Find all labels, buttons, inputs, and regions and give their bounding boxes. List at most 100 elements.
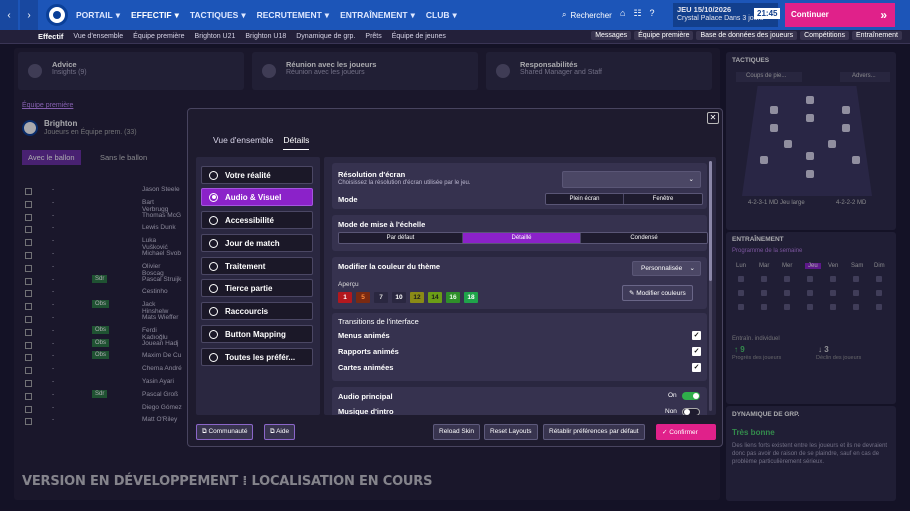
mode-label: Mode xyxy=(338,195,358,204)
tab-overview[interactable]: Vue d'ensemble xyxy=(213,135,273,150)
subnav-u21[interactable]: Brighton U21 xyxy=(195,33,236,40)
radio-icon xyxy=(209,238,218,248)
scaling-detailed[interactable]: Détaillé xyxy=(463,233,581,243)
subnav-overview[interactable]: Vue d'ensemble xyxy=(73,33,123,40)
shortcut-training[interactable]: Entraînement xyxy=(851,31,902,40)
menu-tactiques[interactable]: TACTIQUES ▾ xyxy=(190,10,246,21)
colour-chip: 12 xyxy=(410,292,424,303)
nav-traitement[interactable]: Traitement xyxy=(201,257,313,275)
radio-icon xyxy=(209,215,218,225)
theme-section: Modifier la couleur du thème Personnalis… xyxy=(332,257,707,309)
resolution-title: Résolution d'écran xyxy=(338,170,406,179)
time-display: 21:45 xyxy=(754,8,781,19)
mode-fullscreen[interactable]: Plein écran xyxy=(546,194,624,204)
shortcut-messages[interactable]: Messages xyxy=(591,31,632,40)
shortcut-first-team[interactable]: Équipe première xyxy=(634,31,694,40)
modify-colours-button[interactable]: ✎ Modifier couleurs xyxy=(622,285,693,301)
nav-tierce-partie[interactable]: Tierce partie xyxy=(201,279,313,297)
forward-icon[interactable]: › xyxy=(20,0,38,30)
mode-windowed[interactable]: Fenêtre xyxy=(624,194,702,204)
radio-selected-icon xyxy=(209,192,218,202)
mode-selector: Plein écran Fenêtre xyxy=(545,193,703,205)
double-chevron-icon: » xyxy=(880,8,887,22)
preferences-content: Résolution d'écran Choisissez la résolut… xyxy=(324,157,716,415)
users-icon[interactable]: ☷ xyxy=(633,8,641,19)
radio-icon xyxy=(209,329,218,339)
confirm-button[interactable]: ✓ Confirmer xyxy=(656,424,716,440)
audio-intro-toggle[interactable] xyxy=(682,408,700,415)
dialog-footer: ⧉ Communauté ⧉ Aide Reload Skin Reset La… xyxy=(188,420,722,446)
anim-reports-label: Rapports animés xyxy=(338,347,399,356)
close-icon[interactable]: ✕ xyxy=(707,112,719,124)
club-crest-icon[interactable] xyxy=(46,4,68,26)
content-scrollbar[interactable] xyxy=(709,161,712,411)
search-icon: ⌕ xyxy=(562,10,567,19)
continue-button[interactable]: Continuer» xyxy=(785,3,895,27)
reset-layouts-button[interactable]: Reset Layouts xyxy=(484,424,538,440)
community-button[interactable]: ⧉ Communauté xyxy=(196,424,254,440)
scaling-default[interactable]: Par défaut xyxy=(339,233,463,243)
anim-menus-checkbox[interactable]: ✓ xyxy=(692,331,701,340)
colour-chip: 16 xyxy=(446,292,460,303)
anim-cards-checkbox[interactable]: ✓ xyxy=(692,363,701,372)
audio-main-toggle[interactable] xyxy=(682,392,700,400)
menu-entrainement[interactable]: ENTRAÎNEMENT ▾ xyxy=(340,10,415,21)
radio-icon xyxy=(209,306,218,316)
help-button[interactable]: ⧉ Aide xyxy=(264,424,296,440)
main-menu: PORTAIL ▾ EFFECTIF ▾ TACTIQUES ▾ RECRUTEMEN… xyxy=(76,10,457,21)
subnav-effectif[interactable]: Effectif xyxy=(38,32,63,41)
colour-chip: 5 xyxy=(356,292,370,303)
scaling-condensed[interactable]: Condensé xyxy=(581,233,707,243)
menu-portail[interactable]: PORTAIL ▾ xyxy=(76,10,120,21)
nav-all-preferences[interactable]: Toutes les préfér... xyxy=(201,348,313,366)
menu-effectif[interactable]: EFFECTIF ▾ xyxy=(131,10,179,21)
top-bar: ‹ › PORTAIL ▾ EFFECTIF ▾ TACTIQUES ▾ RECRUT… xyxy=(0,0,910,30)
scaling-selector: Par défaut Détaillé Condensé xyxy=(338,232,708,244)
anim-cards-label: Cartes animées xyxy=(338,363,394,372)
radio-icon xyxy=(209,170,218,180)
restore-defaults-button[interactable]: Rétablir préférences par défaut xyxy=(543,424,645,440)
help-icon[interactable]: ? xyxy=(650,8,655,19)
colour-chip: 14 xyxy=(428,292,442,303)
audio-main-label: Audio principal xyxy=(338,392,393,401)
nav-jour-de-match[interactable]: Jour de match xyxy=(201,234,313,252)
audio-intro-state: Non xyxy=(665,408,677,415)
menu-club[interactable]: CLUB ▾ xyxy=(426,10,457,21)
nav-audio-visuel[interactable]: Audio & Visuel xyxy=(201,188,313,206)
colour-chip: 18 xyxy=(464,292,478,303)
back-icon[interactable]: ‹ xyxy=(0,0,18,30)
subnav-first-team[interactable]: Équipe première xyxy=(133,33,184,40)
nav-button-mapping[interactable]: Button Mapping xyxy=(201,325,313,343)
anim-reports-checkbox[interactable]: ✓ xyxy=(692,347,701,356)
colour-chip: 10 xyxy=(392,292,406,303)
radio-icon xyxy=(209,261,218,271)
nav-raccourcis[interactable]: Raccourcis xyxy=(201,302,313,320)
subnav-dynamics[interactable]: Dynamique de grp. xyxy=(296,33,355,40)
subnav-shortcuts: Messages Équipe première Base de données… xyxy=(591,31,902,40)
notes-icon[interactable]: ⌂ xyxy=(620,8,625,19)
subnav-loans[interactable]: Prêts xyxy=(365,33,381,40)
shortcut-competitions[interactable]: Compétitions xyxy=(800,31,849,40)
search-button[interactable]: ⌕ Rechercher xyxy=(562,10,612,20)
theme-preset-dropdown[interactable]: Personnalisée ⌄ xyxy=(632,261,701,276)
scaling-title: Mode de mise à l'échelle xyxy=(338,220,426,229)
resolution-dropdown[interactable]: ⌄ xyxy=(562,171,701,188)
subnav-youth[interactable]: Équipe de jeunes xyxy=(392,33,446,40)
nav-accessibilite[interactable]: Accessibilité xyxy=(201,211,313,229)
preferences-dialog: ✕ Vue d'ensemble Détails Votre réalité A… xyxy=(187,108,723,447)
menu-recrutement[interactable]: RECRUTEMENT ▾ xyxy=(257,10,329,21)
subnav-u18[interactable]: Brighton U18 xyxy=(245,33,286,40)
nav-votre-realite[interactable]: Votre réalité xyxy=(201,166,313,184)
reload-skin-button[interactable]: Reload Skin xyxy=(433,424,481,440)
dialog-tabs: Vue d'ensemble Détails xyxy=(213,135,310,150)
radio-icon xyxy=(209,283,218,293)
shortcut-database[interactable]: Base de données des joueurs xyxy=(696,31,798,40)
preferences-nav: Votre réalité Audio & Visuel Accessibili… xyxy=(196,157,320,415)
tab-details[interactable]: Détails xyxy=(283,135,310,150)
colour-preview: 1 5 7 10 12 14 16 18 xyxy=(338,292,478,303)
chevron-down-icon: ⌄ xyxy=(689,265,695,272)
transitions-section: Transitions de l'interface Menus animés … xyxy=(332,313,707,381)
audio-section: Audio principal On Musique d'intro Non xyxy=(332,387,707,415)
top-icons: ⌂ ☷ ? xyxy=(620,8,655,19)
resolution-section: Résolution d'écran Choisissez la résolut… xyxy=(332,163,707,209)
